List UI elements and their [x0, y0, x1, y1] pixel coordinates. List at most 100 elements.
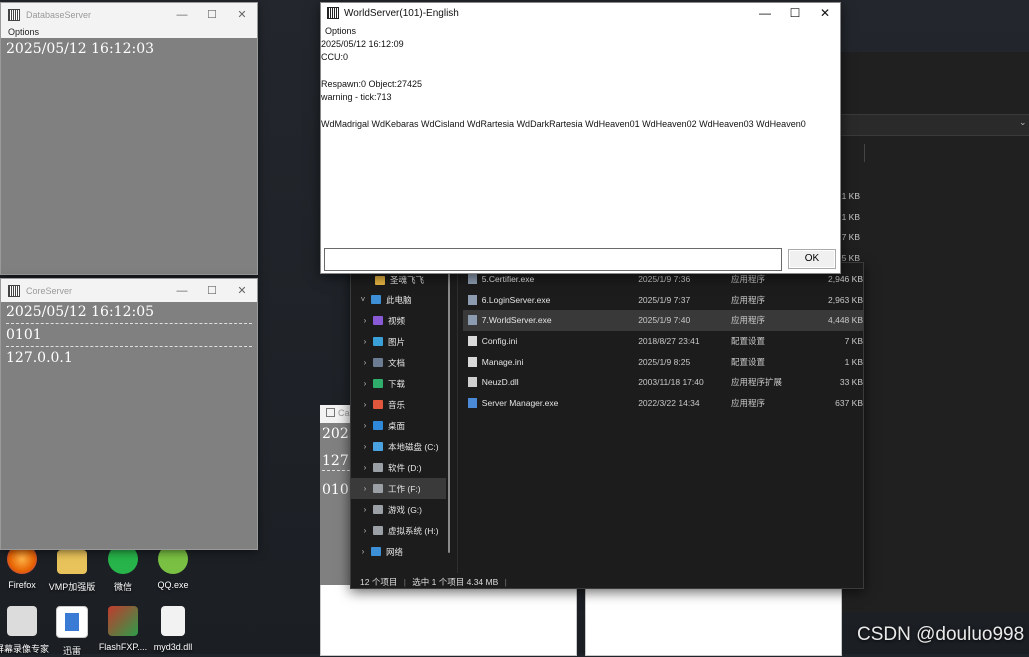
nav-item[interactable]: › 软件 (D:) — [351, 457, 446, 478]
desktop-icon-recorder[interactable]: 屏幕录像专家 — [0, 606, 50, 655]
core-server-window[interactable]: CoreServer — ☐ ✕ 2025/05/12 16:12:05 010… — [0, 278, 258, 550]
nav-item-label: 工作 (F:) — [388, 483, 421, 494]
chevron-right-icon[interactable]: › — [357, 526, 373, 535]
chevron-right-icon[interactable]: › — [357, 400, 373, 409]
chevron-right-icon[interactable]: › — [357, 484, 373, 493]
file-row[interactable]: Server Manager.exe 2022/3/22 14:34 应用程序 637… — [463, 393, 863, 414]
downloads-icon — [373, 379, 383, 388]
world-server-window[interactable]: WorldServer(101)-English — ☐ ✕ Options 2… — [320, 2, 841, 274]
desktop-icon-label: Firefox — [8, 580, 36, 590]
nav-item[interactable]: › 游戏 (G:) — [351, 499, 446, 520]
menu-options[interactable]: Options — [321, 25, 840, 38]
desktop-icon-flashfxp[interactable]: FlashFXP.... — [95, 606, 151, 652]
command-input[interactable] — [324, 248, 782, 271]
file-name: NeuzD.dll — [481, 377, 519, 388]
nav-item[interactable]: › 视频 — [351, 310, 446, 331]
file-date: 2025/1/9 8:25 — [638, 356, 691, 367]
nav-item[interactable]: ˅ 此电脑 — [351, 289, 446, 310]
ok-button[interactable]: OK — [788, 249, 836, 269]
pc-icon — [371, 295, 381, 304]
pictures-icon — [373, 337, 383, 346]
file-date: 2022/3/22 14:34 — [638, 397, 700, 408]
drive-icon — [373, 484, 383, 493]
desktop-icon-thunder[interactable]: 迅雷 — [44, 606, 100, 657]
file-type: 应用程序扩展 — [731, 377, 783, 388]
folder-icon — [375, 275, 385, 285]
title-bar[interactable]: WorldServer(101)-English — ☐ ✕ — [321, 3, 840, 23]
desktop-icon-wechat[interactable]: 微信 — [95, 544, 151, 593]
nav-item[interactable]: › 下载 — [351, 373, 446, 394]
chevron-down-icon: ⌄ — [1019, 118, 1027, 128]
minimize-icon[interactable]: — — [750, 6, 780, 20]
nav-item[interactable]: › 虚拟系统 (H:) — [351, 520, 446, 541]
drive-c-icon — [373, 442, 383, 451]
chevron-right-icon[interactable]: › — [357, 379, 373, 388]
chevron-right-icon[interactable]: › — [357, 358, 373, 367]
item-count: 12 个项目 — [360, 577, 398, 587]
file-row[interactable]: Config.ini 2018/8/27 23:41 配置设置 7 KB — [463, 331, 863, 352]
chevron-down-icon[interactable]: ˅ — [355, 295, 371, 304]
nav-item[interactable]: › 工作 (F:) — [351, 478, 446, 499]
chevron-right-icon[interactable]: › — [357, 316, 373, 325]
nav-item[interactable]: › 音乐 — [351, 394, 446, 415]
desktop-icon-vmp[interactable]: VMP加强版 — [44, 544, 100, 593]
file-size: 2,946 KB — [828, 274, 863, 285]
nav-item[interactable]: › 网络 — [351, 541, 446, 562]
file-row[interactable]: 7.WorldServer.exe 2025/1/9 7:40 应用程序 4,448 … — [463, 310, 863, 331]
chevron-right-icon[interactable]: › — [357, 337, 373, 346]
nav-scrollbar[interactable] — [448, 273, 450, 553]
window-title: CoreServer — [26, 285, 73, 296]
nav-item-label: 软件 (D:) — [388, 462, 422, 473]
log-area: 2025/05/12 16:12:05 0101 127.0.0.1 — [1, 302, 257, 369]
nav-item[interactable]: › 图片 — [351, 331, 446, 352]
maximize-icon[interactable]: ☐ — [780, 6, 810, 20]
chevron-right-icon[interactable]: › — [355, 547, 371, 556]
file-size: 4,448 KB — [828, 315, 863, 326]
video-icon — [373, 316, 383, 325]
chevron-right-icon[interactable]: › — [357, 505, 373, 514]
maximize-icon[interactable]: ☐ — [197, 284, 227, 297]
database-server-window[interactable]: DatabaseServer — ☐ ✕ Options 2025/05/12 … — [0, 2, 258, 275]
file-name: 7.WorldServer.exe — [481, 315, 552, 326]
file-row[interactable]: NeuzD.dll 2003/11/18 17:40 应用程序扩展 33 KB — [463, 372, 863, 393]
file-date: 2025/1/9 7:40 — [638, 315, 691, 326]
title-bar[interactable]: DatabaseServer — ☐ ✕ — [1, 3, 257, 26]
log-line: Respawn:0 Object:27425 — [321, 78, 423, 89]
nav-item[interactable]: › 本地磁盘 (C:) — [351, 436, 446, 457]
desktop-icon-qq[interactable]: QQ.exe — [145, 544, 201, 590]
nav-item[interactable]: › 桌面 — [351, 415, 446, 436]
close-icon[interactable]: ✕ — [227, 284, 257, 297]
file-name: 5.Certifier.exe — [481, 274, 535, 285]
file-list: 5.Certifier.exe 2025/1/9 7:36 应用程序 2,946 KB… — [463, 269, 863, 413]
log-line: WdMadrigal WdKebaras WdCisland WdRartesi… — [321, 118, 806, 129]
maximize-icon[interactable]: ☐ — [197, 8, 227, 21]
log-line: 2025/05/12 16:12:09 — [321, 39, 404, 49]
background-window-right — [585, 588, 842, 656]
menu-options[interactable]: Options — [1, 26, 257, 38]
file-row[interactable]: 6.LoginServer.exe 2025/1/9 7:37 应用程序 2,963 … — [463, 290, 863, 311]
desktop-icon-myd3d[interactable]: myd3d.dll — [145, 606, 201, 652]
minimize-icon[interactable]: — — [167, 9, 197, 21]
chevron-right-icon[interactable]: › — [357, 421, 373, 430]
dll-icon — [468, 377, 477, 388]
close-icon[interactable]: ✕ — [227, 8, 257, 21]
desktop-icon-firefox[interactable]: Firefox — [0, 544, 50, 590]
minimize-icon[interactable]: — — [167, 285, 197, 297]
nav-item[interactable]: › 文档 — [351, 352, 446, 373]
file-name: 6.LoginServer.exe — [481, 294, 551, 305]
file-row[interactable]: Manage.ini 2025/1/9 8:25 配置设置 1 KB — [463, 351, 863, 372]
title-bar[interactable]: CoreServer — ☐ ✕ — [1, 279, 257, 302]
server-manager-icon — [468, 397, 477, 408]
exe-icon — [468, 274, 477, 285]
file-type: 配置设置 — [731, 356, 766, 367]
chevron-right-icon[interactable]: › — [357, 463, 373, 472]
close-icon[interactable]: ✕ — [810, 6, 840, 20]
nav-item-label: 视频 — [388, 315, 406, 326]
file-name: Manage.ini — [481, 356, 524, 367]
file-size: 33 KB — [839, 377, 863, 388]
chevron-right-icon[interactable]: › — [357, 442, 373, 451]
file-explorer-window[interactable]: 圣魂飞飞 ˅ 此电脑 › 视频 › 图片 › 文档 › 下载 › 音乐 › 桌面 › 本地磁盘 (C:) › 软件 … — [350, 262, 864, 589]
documents-icon — [373, 358, 383, 367]
desktop-icon-label: 微信 — [113, 582, 132, 592]
